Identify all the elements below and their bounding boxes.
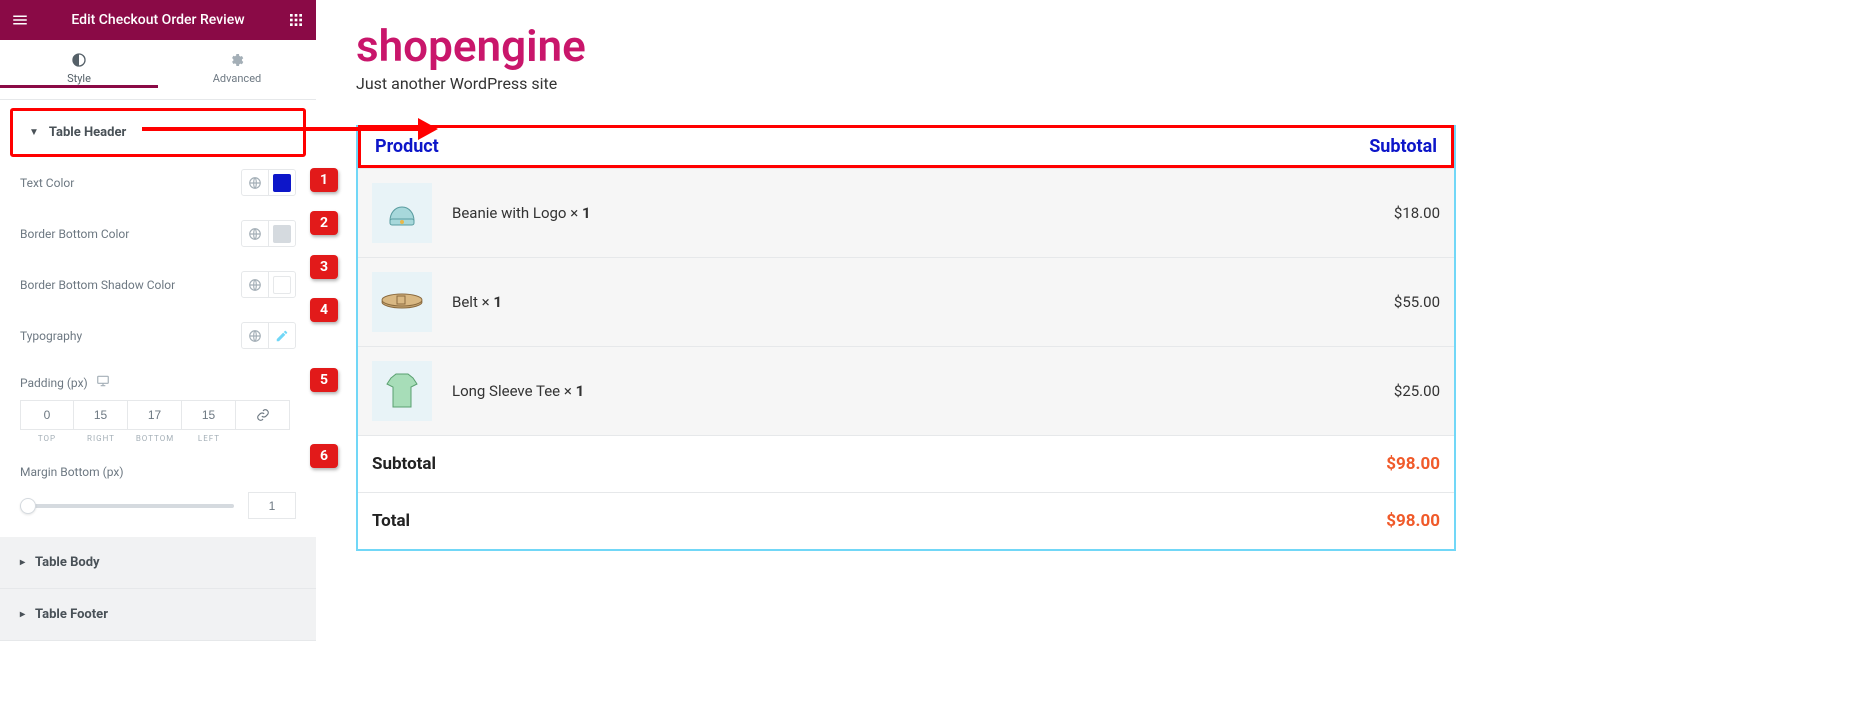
desktop-icon[interactable] — [96, 373, 110, 392]
section-body-label: Table Body — [35, 555, 100, 570]
text-color-swatch[interactable] — [273, 174, 291, 192]
border-bottom-shadow-swatch[interactable] — [273, 276, 291, 294]
annotation-5: 5 — [310, 368, 338, 392]
annotation-4: 4 — [310, 298, 338, 322]
site-tagline: Just another WordPress site — [356, 74, 1871, 93]
preview-area: shopengine Just another WordPress site P… — [356, 0, 1871, 551]
control-typography: Typography — [20, 310, 296, 361]
subtotal-label: Subtotal — [372, 454, 436, 474]
link-values-button[interactable] — [236, 400, 290, 430]
padding-top-input[interactable] — [20, 400, 74, 430]
padding-label-row: Padding (px) — [20, 361, 296, 392]
panel-tabs: Style Advanced — [0, 40, 316, 100]
padding-inputs — [20, 400, 296, 430]
product-name: Long Sleeve Tee × 1 — [452, 382, 1394, 400]
product-qty: 1 — [582, 204, 591, 222]
product-qty: 1 — [493, 293, 502, 311]
caret-right-icon: ▸ — [20, 557, 25, 568]
section-table-header-body: Text Color Border Bottom Color Border Bo… — [0, 157, 316, 537]
caret-down-icon: ▼ — [29, 127, 39, 138]
caret-right-icon: ▸ — [20, 609, 25, 620]
border-bottom-shadow-picker[interactable] — [241, 271, 296, 298]
product-thumb — [372, 272, 432, 332]
product-thumb — [372, 183, 432, 243]
margin-bottom-label: Margin Bottom (px) — [20, 465, 124, 479]
annotation-6: 6 — [310, 444, 338, 468]
panel-title: Edit Checkout Order Review — [32, 12, 284, 28]
product-row: Beanie with Logo × 1 $18.00 — [358, 168, 1454, 257]
site-title: shopengine — [356, 20, 1871, 72]
margin-bottom-slider[interactable] — [20, 504, 234, 508]
padding-label: Padding (px) — [20, 376, 88, 390]
product-qty: 1 — [576, 382, 585, 400]
apps-icon[interactable] — [284, 8, 308, 32]
globe-icon[interactable] — [242, 272, 269, 297]
padding-sublabels: TOP RIGHT BOTTOM LEFT — [20, 430, 296, 443]
tab-advanced[interactable]: Advanced — [158, 40, 316, 99]
padding-left-input[interactable] — [182, 400, 236, 430]
control-text-color: Text Color — [20, 157, 296, 208]
section-header-label: Table Header — [49, 125, 126, 140]
total-row: Total $98.00 — [358, 492, 1454, 549]
table-header-row-highlight: Product Subtotal — [358, 125, 1454, 168]
padding-bottom-input[interactable] — [128, 400, 182, 430]
table-header-row: Product Subtotal — [361, 128, 1451, 165]
pad-bottom-label: BOTTOM — [128, 430, 182, 443]
section-footer-label: Table Footer — [35, 607, 108, 622]
product-price: $18.00 — [1394, 204, 1440, 222]
control-border-bottom-color: Border Bottom Color — [20, 208, 296, 259]
typography-label: Typography — [20, 329, 82, 343]
typography-picker[interactable] — [241, 322, 296, 349]
product-name: Beanie with Logo × 1 — [452, 204, 1394, 222]
globe-icon[interactable] — [242, 170, 269, 195]
padding-right-input[interactable] — [74, 400, 128, 430]
control-border-bottom-shadow: Border Bottom Shadow Color — [20, 259, 296, 310]
hamburger-icon[interactable] — [8, 8, 32, 32]
slider-thumb[interactable] — [20, 498, 36, 514]
tab-style[interactable]: Style — [0, 40, 158, 99]
product-price: $55.00 — [1394, 293, 1440, 311]
panel-header: Edit Checkout Order Review — [0, 0, 316, 40]
annotation-arrow-line — [142, 127, 420, 131]
section-table-body[interactable]: ▸ Table Body — [0, 537, 316, 589]
editor-panel: Edit Checkout Order Review Style Advance… — [0, 0, 316, 641]
th-subtotal: Subtotal — [1369, 136, 1437, 157]
margin-bottom-control: Margin Bottom (px) — [20, 443, 296, 537]
annotation-arrow-head — [418, 118, 438, 140]
tab-advanced-label: Advanced — [213, 72, 261, 85]
total-value: $98.00 — [1386, 511, 1440, 531]
subtotal-row: Subtotal $98.00 — [358, 435, 1454, 492]
section-table-footer[interactable]: ▸ Table Footer — [0, 589, 316, 641]
text-color-picker[interactable] — [241, 169, 296, 196]
border-bottom-color-swatch[interactable] — [273, 225, 291, 243]
product-price: $25.00 — [1394, 382, 1440, 400]
product-name: Belt × 1 — [452, 293, 1394, 311]
annotation-1: 1 — [310, 168, 338, 192]
text-color-label: Text Color — [20, 176, 74, 190]
pad-left-label: LEFT — [182, 430, 236, 443]
order-review-table: Product Subtotal Beanie with Logo × 1 $1… — [356, 125, 1456, 551]
product-row: Long Sleeve Tee × 1 $25.00 — [358, 346, 1454, 435]
annotation-3: 3 — [310, 255, 338, 279]
pad-top-label: TOP — [20, 430, 74, 443]
tab-style-label: Style — [67, 72, 91, 85]
border-bottom-shadow-label: Border Bottom Shadow Color — [20, 278, 175, 292]
pencil-icon[interactable] — [269, 323, 295, 348]
total-label: Total — [372, 511, 410, 531]
pad-right-label: RIGHT — [74, 430, 128, 443]
border-bottom-color-picker[interactable] — [241, 220, 296, 247]
section-table-header[interactable]: ▼ Table Header — [10, 108, 306, 157]
product-thumb — [372, 361, 432, 421]
globe-icon[interactable] — [242, 323, 269, 348]
product-row: Belt × 1 $55.00 — [358, 257, 1454, 346]
globe-icon[interactable] — [242, 221, 269, 246]
subtotal-value: $98.00 — [1386, 454, 1440, 474]
border-bottom-color-label: Border Bottom Color — [20, 227, 129, 241]
margin-bottom-value[interactable] — [248, 492, 296, 519]
annotation-2: 2 — [310, 211, 338, 235]
